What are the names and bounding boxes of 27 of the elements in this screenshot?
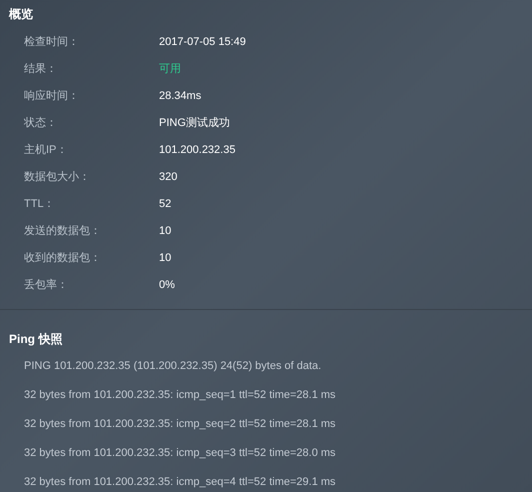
ping-output-line: 32 bytes from 101.200.232.35: icmp_seq=1 ttl=52 time=28.1 ms: [24, 388, 336, 404]
field-label: 检查时间：: [24, 35, 80, 50]
ping-output-line: 32 bytes from 101.200.232.35: icmp_seq=4 ttl=52 time=29.1 ms: [24, 475, 336, 490]
field-value: 101.200.232.35: [159, 143, 236, 158]
ping-output-line: 32 bytes from 101.200.232.35: icmp_seq=2 ttl=52 time=28.1 ms: [24, 417, 336, 432]
field-value: 10: [159, 251, 172, 266]
ping-output-line: 32 bytes from 101.200.232.35: icmp_seq=3 ttl=52 time=28.0 ms: [24, 446, 336, 462]
field-value: 10: [159, 224, 172, 240]
field-label: TTL：: [24, 197, 56, 212]
field-label: 主机IP：: [24, 142, 68, 158]
field-value: 可用: [159, 62, 181, 78]
field-value: 0%: [159, 278, 175, 294]
field-value: 52: [159, 197, 172, 212]
field-value: 320: [159, 170, 178, 186]
field-label: 丢包率：: [24, 278, 69, 294]
field-label: 响应时间：: [24, 88, 80, 104]
ping-output-line: PING 101.200.232.35 (101.200.232.35) 24(52) bytes of data.: [24, 359, 322, 374]
section-title: 概览: [8, 6, 34, 23]
field-value: 28.34ms: [159, 89, 202, 104]
field-label: 结果：: [24, 62, 58, 78]
field-value: PING测试成功: [159, 116, 230, 132]
section-title: Ping 快照: [8, 331, 64, 348]
field-label: 状态：: [24, 116, 58, 132]
field-label: 收到的数据包：: [24, 251, 102, 266]
field-label: 数据包大小：: [24, 170, 91, 186]
field-value: 2017-07-05 15:49: [159, 35, 246, 50]
field-label: 发送的数据包：: [24, 224, 102, 240]
